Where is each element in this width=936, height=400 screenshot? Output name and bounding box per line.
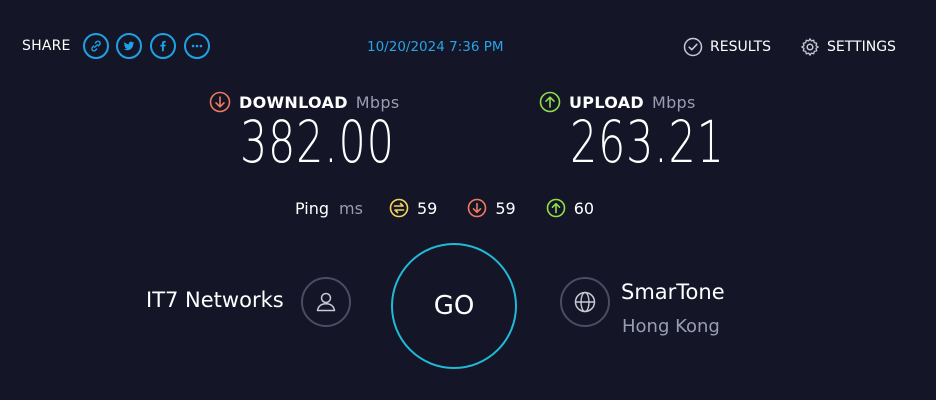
provider-avatar: [301, 277, 351, 327]
download-arrow-icon: [209, 91, 231, 113]
ping-unit: ms: [339, 198, 363, 218]
share-facebook-button[interactable]: [150, 33, 176, 59]
download-latency-icon: [468, 198, 487, 218]
test-timestamp: 10/20/2024 7:36 PM: [367, 39, 504, 55]
twitter-icon: [123, 41, 135, 51]
ping-idle: 59: [389, 198, 437, 218]
check-circle-icon: [683, 37, 703, 57]
go-button[interactable]: GO: [391, 243, 517, 369]
upload-arrow-icon: [539, 91, 561, 113]
share-label: SHARE: [22, 38, 71, 54]
share-twitter-button[interactable]: [116, 33, 142, 59]
share-more-button[interactable]: [184, 33, 210, 59]
ping-label: Ping: [295, 198, 330, 218]
ping-row: Ping ms 59 59 60: [295, 198, 624, 218]
settings-link[interactable]: SETTINGS: [800, 37, 896, 57]
change-server-button[interactable]: [560, 277, 610, 327]
idle-latency-icon: [389, 198, 409, 218]
upload-latency-icon: [546, 198, 565, 218]
ping-upload: 60: [546, 198, 594, 218]
link-icon: [91, 40, 101, 52]
download-speed-value: 382.00: [240, 108, 395, 176]
results-label: RESULTS: [710, 39, 772, 55]
upload-speed-value: 263.21: [570, 108, 725, 176]
provider-name: IT7 Networks: [146, 288, 284, 312]
settings-label: SETTINGS: [827, 39, 896, 55]
server-name[interactable]: SmarTone: [621, 280, 725, 304]
server-location: Hong Kong: [622, 316, 720, 337]
ping-upload-value: 60: [573, 198, 595, 218]
more-icon: [191, 44, 203, 48]
ping-idle-value: 59: [416, 198, 438, 218]
results-link[interactable]: RESULTS: [683, 37, 771, 57]
globe-icon: [574, 291, 596, 313]
share-link-button[interactable]: [83, 33, 109, 59]
gear-icon: [801, 38, 819, 56]
user-icon: [316, 292, 336, 312]
ping-download: 59: [467, 198, 516, 218]
ping-download-value: 59: [495, 198, 516, 218]
facebook-icon: [160, 40, 166, 52]
